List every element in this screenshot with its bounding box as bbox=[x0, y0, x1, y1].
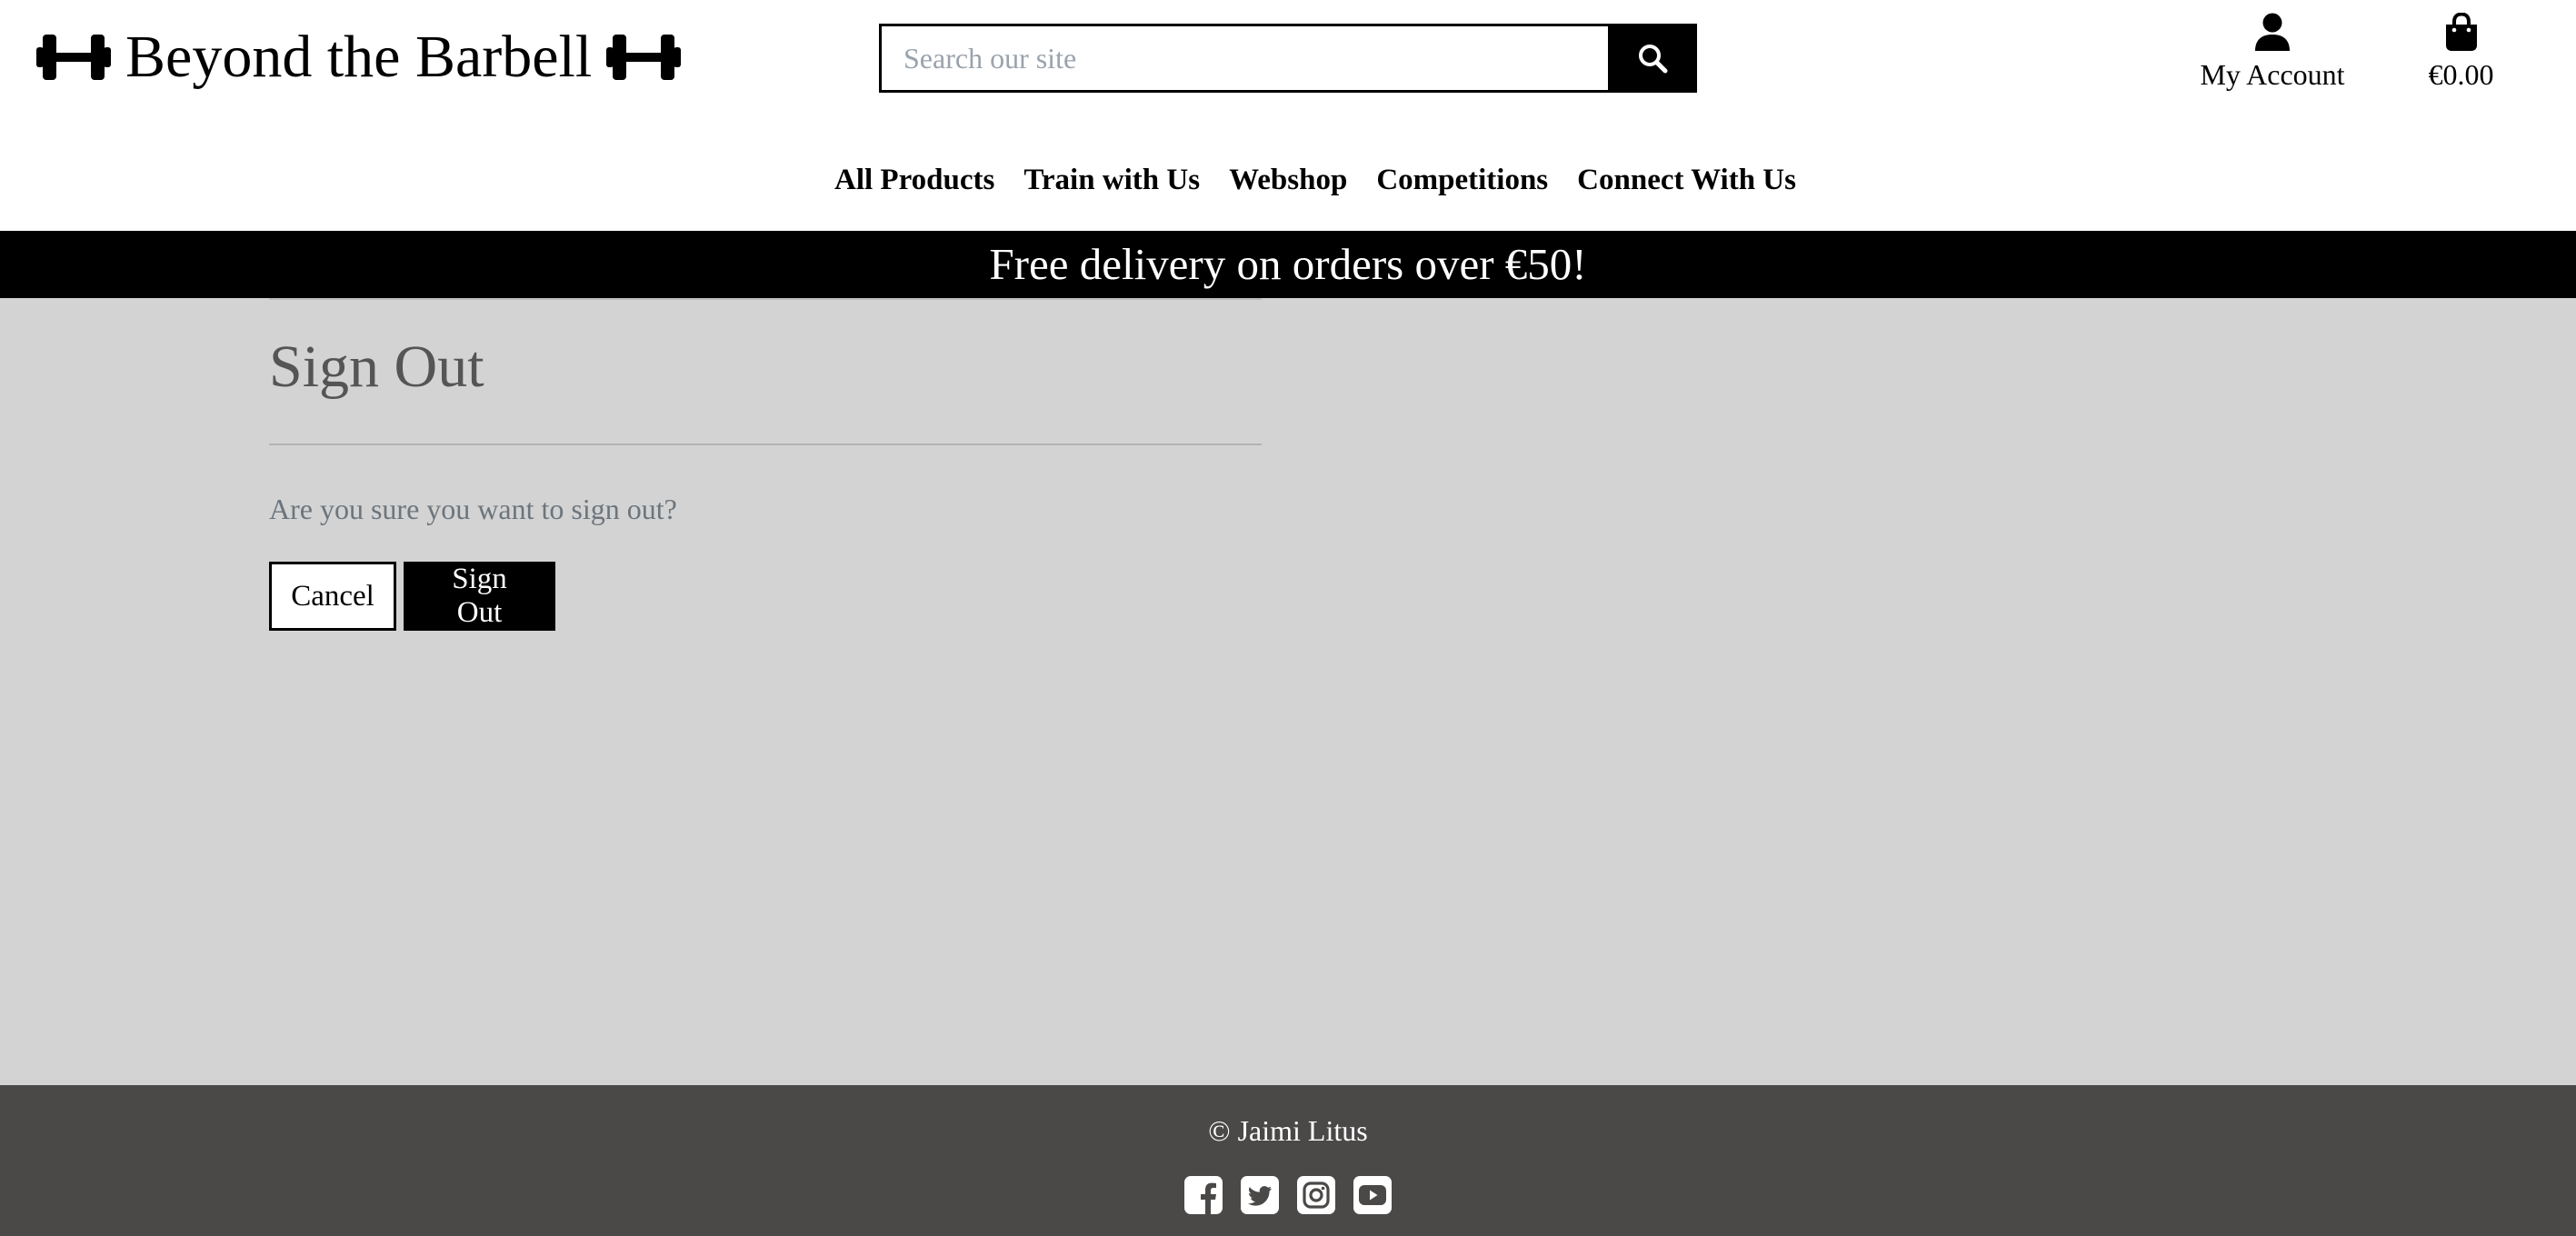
twitter-link[interactable] bbox=[1241, 1176, 1279, 1214]
site-header: Beyond the Barbell My Account bbox=[0, 0, 2576, 231]
my-account-link[interactable]: My Account bbox=[2182, 13, 2363, 93]
dumbbell-icon bbox=[36, 35, 111, 80]
confirm-message: Are you sure you want to sign out? bbox=[269, 493, 677, 525]
button-group: Cancel Sign Out bbox=[269, 562, 555, 631]
nav-item-competitions[interactable]: Competitions bbox=[1376, 153, 1548, 207]
cancel-button[interactable]: Cancel bbox=[269, 562, 396, 631]
delivery-banner-text: Free delivery on orders over €50! bbox=[989, 239, 1587, 289]
youtube-icon bbox=[1353, 1176, 1392, 1214]
bag-total: €0.00 bbox=[2428, 58, 2494, 91]
facebook-icon bbox=[1184, 1176, 1223, 1214]
site-logo-link[interactable]: Beyond the Barbell bbox=[36, 16, 682, 98]
nav-item-connect-with-us[interactable]: Connect With Us bbox=[1577, 153, 1796, 207]
twitter-icon bbox=[1241, 1176, 1279, 1214]
title-divider bbox=[269, 444, 1262, 445]
shopping-bag-icon bbox=[2445, 13, 2477, 51]
search-icon bbox=[1639, 45, 1668, 74]
logo-text: Beyond the Barbell bbox=[125, 24, 593, 90]
search-button[interactable] bbox=[1608, 24, 1697, 93]
social-links bbox=[0, 1176, 2576, 1214]
instagram-link[interactable] bbox=[1297, 1176, 1335, 1214]
copyright-text: © Jaimi Litus bbox=[1208, 1114, 1368, 1147]
sign-out-panel: Sign Out Are you sure you want to sign o… bbox=[269, 298, 1262, 631]
shopping-bag-link[interactable]: €0.00 bbox=[2409, 13, 2513, 93]
site-footer: © Jaimi Litus bbox=[0, 1085, 2576, 1236]
delivery-banner: Free delivery on orders over €50! bbox=[0, 231, 2576, 298]
nav-item-webshop[interactable]: Webshop bbox=[1229, 153, 1347, 207]
sign-out-button[interactable]: Sign Out bbox=[404, 562, 555, 631]
instagram-icon bbox=[1297, 1176, 1335, 1214]
page-title: Sign Out bbox=[269, 334, 484, 400]
my-account-label: My Account bbox=[2200, 58, 2345, 91]
facebook-link[interactable] bbox=[1184, 1176, 1223, 1214]
main-nav: All Products Train with Us Webshop Compe… bbox=[0, 153, 2576, 207]
nav-item-all-products[interactable]: All Products bbox=[834, 153, 994, 207]
nav-item-train-with-us[interactable]: Train with Us bbox=[1023, 153, 1200, 207]
user-icon bbox=[2255, 13, 2290, 51]
youtube-link[interactable] bbox=[1353, 1176, 1392, 1214]
top-divider bbox=[269, 298, 1262, 300]
search-form bbox=[879, 24, 1697, 93]
search-input[interactable] bbox=[879, 24, 1608, 93]
dumbbell-icon bbox=[606, 35, 682, 80]
